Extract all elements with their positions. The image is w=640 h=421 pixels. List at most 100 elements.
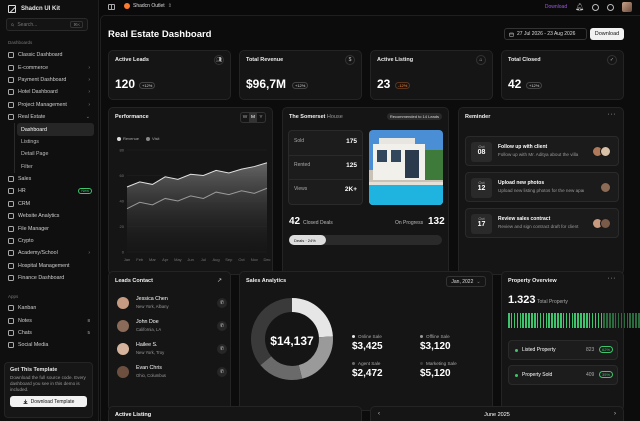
promo-text: Download the full source code. Every das… bbox=[10, 375, 86, 392]
sidebar-subitem-filter[interactable]: Filter bbox=[17, 161, 94, 173]
reminder-date: Oct 17 bbox=[471, 214, 492, 234]
sidebar-item-sales[interactable]: Sales bbox=[4, 173, 94, 185]
sidebar-item-real-estate[interactable]: Real Estate ⌄ bbox=[4, 111, 94, 123]
lead-row[interactable]: Jessica Chen New York, Albany ✆ bbox=[115, 294, 227, 314]
arrow-up-right-icon[interactable]: ↗ bbox=[217, 277, 222, 284]
chevron-right-icon[interactable]: › bbox=[614, 411, 616, 417]
avatar bbox=[600, 218, 611, 229]
building-icon: ⌂ bbox=[476, 55, 486, 65]
kpi-change-badge: +12% bbox=[526, 82, 543, 89]
property-bar bbox=[554, 313, 556, 328]
performance-card: Performance W M Y Revenue Visit 0 20 40 60 8… bbox=[108, 107, 273, 275]
lead-row[interactable]: Evan Chris Ohio, Columbus ✆ bbox=[115, 363, 227, 383]
property-bar bbox=[638, 313, 640, 328]
contacts-icon bbox=[8, 200, 14, 207]
main-content: Real Estate Dashboard 27 Jul 2026 - 23 A… bbox=[100, 15, 640, 421]
sidebar-item-website-analytics[interactable]: Website Analytics bbox=[4, 210, 94, 222]
promo-title: Get This Template bbox=[10, 367, 58, 373]
sidebar-toggle-icon[interactable] bbox=[108, 4, 115, 10]
sidebar-item-academy[interactable]: Academy/School › bbox=[4, 247, 94, 259]
period-select[interactable]: Jan, 2022 ⌄ bbox=[446, 276, 486, 287]
phone-icon[interactable]: ✆ bbox=[217, 367, 227, 377]
phone-icon[interactable]: ✆ bbox=[217, 344, 227, 354]
app-root: Shadcn UI Kit ⌘K Dashboards Classic Dash… bbox=[0, 0, 640, 421]
lead-row[interactable]: John Doe California, LA ✆ bbox=[115, 317, 227, 337]
palette-icon[interactable] bbox=[607, 3, 614, 11]
kpi-change-badge: +12% bbox=[139, 82, 156, 89]
total-property-label: Total Property bbox=[537, 299, 568, 305]
sidebar-item-project-management[interactable]: Project Management › bbox=[4, 99, 94, 111]
sidebar-item-crypto[interactable]: Crypto bbox=[4, 235, 94, 247]
reminder-item[interactable]: Oct 17 Review sales contract Review and s… bbox=[465, 208, 619, 238]
sidebar-item-finance[interactable]: Finance Dashboard bbox=[4, 272, 94, 284]
date-range-picker[interactable]: 27 Jul 2026 - 23 Aug 2026 bbox=[504, 28, 587, 40]
sales-total: $14,137 bbox=[270, 334, 314, 348]
stat-rented: Rented 125 bbox=[294, 162, 357, 169]
segment-week[interactable]: W bbox=[241, 113, 249, 122]
sidebar-item-notes[interactable]: Notes 8 bbox=[4, 314, 94, 326]
sidebar-subitem-detail-page[interactable]: Detail Page bbox=[17, 148, 94, 160]
lead-row[interactable]: Hailee S. New York, Troy ✆ bbox=[115, 340, 227, 360]
series-area-revenue bbox=[127, 162, 267, 252]
sales-stat-online: Online Sale $3,425 bbox=[352, 334, 383, 352]
sidebar-item-hotel[interactable]: Hotel Dashboard › bbox=[4, 86, 94, 98]
sidebar-item-crm[interactable]: CRM bbox=[4, 198, 94, 210]
reminder-item[interactable]: Oct 12 Upload new photos Upload new listi… bbox=[465, 172, 619, 202]
property-bar bbox=[551, 313, 553, 328]
sidebar-item-social-media[interactable]: Social Media bbox=[4, 339, 94, 351]
kanban-icon bbox=[8, 305, 14, 312]
x-tick-label: Jan bbox=[124, 257, 130, 262]
sidebar-item-hr[interactable]: HR New bbox=[4, 185, 94, 197]
property-bar bbox=[565, 313, 568, 328]
avatar bbox=[600, 182, 611, 193]
app-logo[interactable]: Shadcn UI Kit bbox=[8, 5, 60, 13]
download-template-button[interactable]: Download Template bbox=[10, 396, 87, 407]
y-tick-label: 0 bbox=[122, 250, 125, 255]
more-icon[interactable]: ··· bbox=[608, 275, 617, 282]
reminder-date: Oct 08 bbox=[471, 142, 492, 162]
reminder-item[interactable]: Oct 08 Follow up with client Follow up wi… bbox=[465, 136, 619, 166]
user-avatar[interactable] bbox=[622, 2, 632, 12]
lead-name: Jessica Chen bbox=[136, 296, 168, 302]
property-bar bbox=[510, 313, 513, 328]
tag-icon bbox=[8, 176, 14, 183]
bell-icon[interactable]: 🔔︎ bbox=[575, 3, 584, 11]
segment-month[interactable]: M bbox=[249, 113, 257, 122]
sun-icon[interactable] bbox=[592, 3, 599, 11]
property-bar bbox=[591, 313, 594, 328]
status-dot bbox=[515, 373, 518, 377]
sidebar-item-payment[interactable]: Payment Dashboard › bbox=[4, 74, 94, 86]
on-progress-label: On Progress bbox=[395, 220, 424, 226]
outlet-switcher[interactable]: Shadcn Outlet ⇕ bbox=[124, 3, 172, 9]
search-box[interactable]: ⌘K bbox=[6, 18, 88, 31]
segment-year[interactable]: Y bbox=[257, 113, 265, 122]
phone-icon[interactable]: ✆ bbox=[217, 298, 227, 308]
property-overview-title: Property Overview bbox=[508, 278, 557, 284]
chevron-down-icon: ⌄ bbox=[85, 114, 90, 121]
property-bar bbox=[574, 313, 576, 328]
sidebar-item-chats[interactable]: Chats 5 bbox=[4, 327, 94, 339]
sidebar-item-classic-dashboard[interactable]: Classic Dashboard bbox=[4, 49, 94, 61]
sales-stat-offline: Offline Sale $3,120 bbox=[420, 334, 451, 352]
property-bar bbox=[577, 313, 579, 328]
sidebar-item-file-manager[interactable]: File Manager bbox=[4, 222, 94, 234]
lead-location: New York, Albany bbox=[136, 304, 169, 309]
page-title: Real Estate Dashboard bbox=[108, 29, 212, 40]
finance-icon bbox=[8, 275, 14, 282]
reminder-card: Reminder ··· Oct 08 Follow up with client… bbox=[458, 107, 624, 275]
performance-chart: 0 20 40 60 80 Jan Feb Mar Apr May Jun Jul Aug Sep Oct N… bbox=[120, 148, 271, 263]
more-icon[interactable]: ··· bbox=[608, 111, 617, 118]
reminder-subtitle: Upload new listing photos for the new ap… bbox=[498, 188, 584, 193]
sidebar-subitem-dashboard[interactable]: Dashboard bbox=[17, 123, 94, 136]
stat-views: Views 2K+ bbox=[294, 186, 357, 193]
sidebar-item-ecommerce[interactable]: E-commerce › bbox=[4, 61, 94, 73]
sidebar-item-hospital[interactable]: Hospital Management bbox=[4, 260, 94, 272]
home-icon bbox=[8, 114, 14, 121]
cart-icon bbox=[8, 64, 14, 71]
sidebar-subitem-listings[interactable]: Listings bbox=[17, 136, 94, 148]
download-link[interactable]: Download bbox=[545, 4, 567, 10]
sidebar-item-kanban[interactable]: Kanban bbox=[4, 302, 94, 314]
download-button[interactable]: Download bbox=[590, 28, 624, 40]
phone-icon[interactable]: ✆ bbox=[217, 321, 227, 331]
search-input[interactable] bbox=[17, 21, 68, 28]
